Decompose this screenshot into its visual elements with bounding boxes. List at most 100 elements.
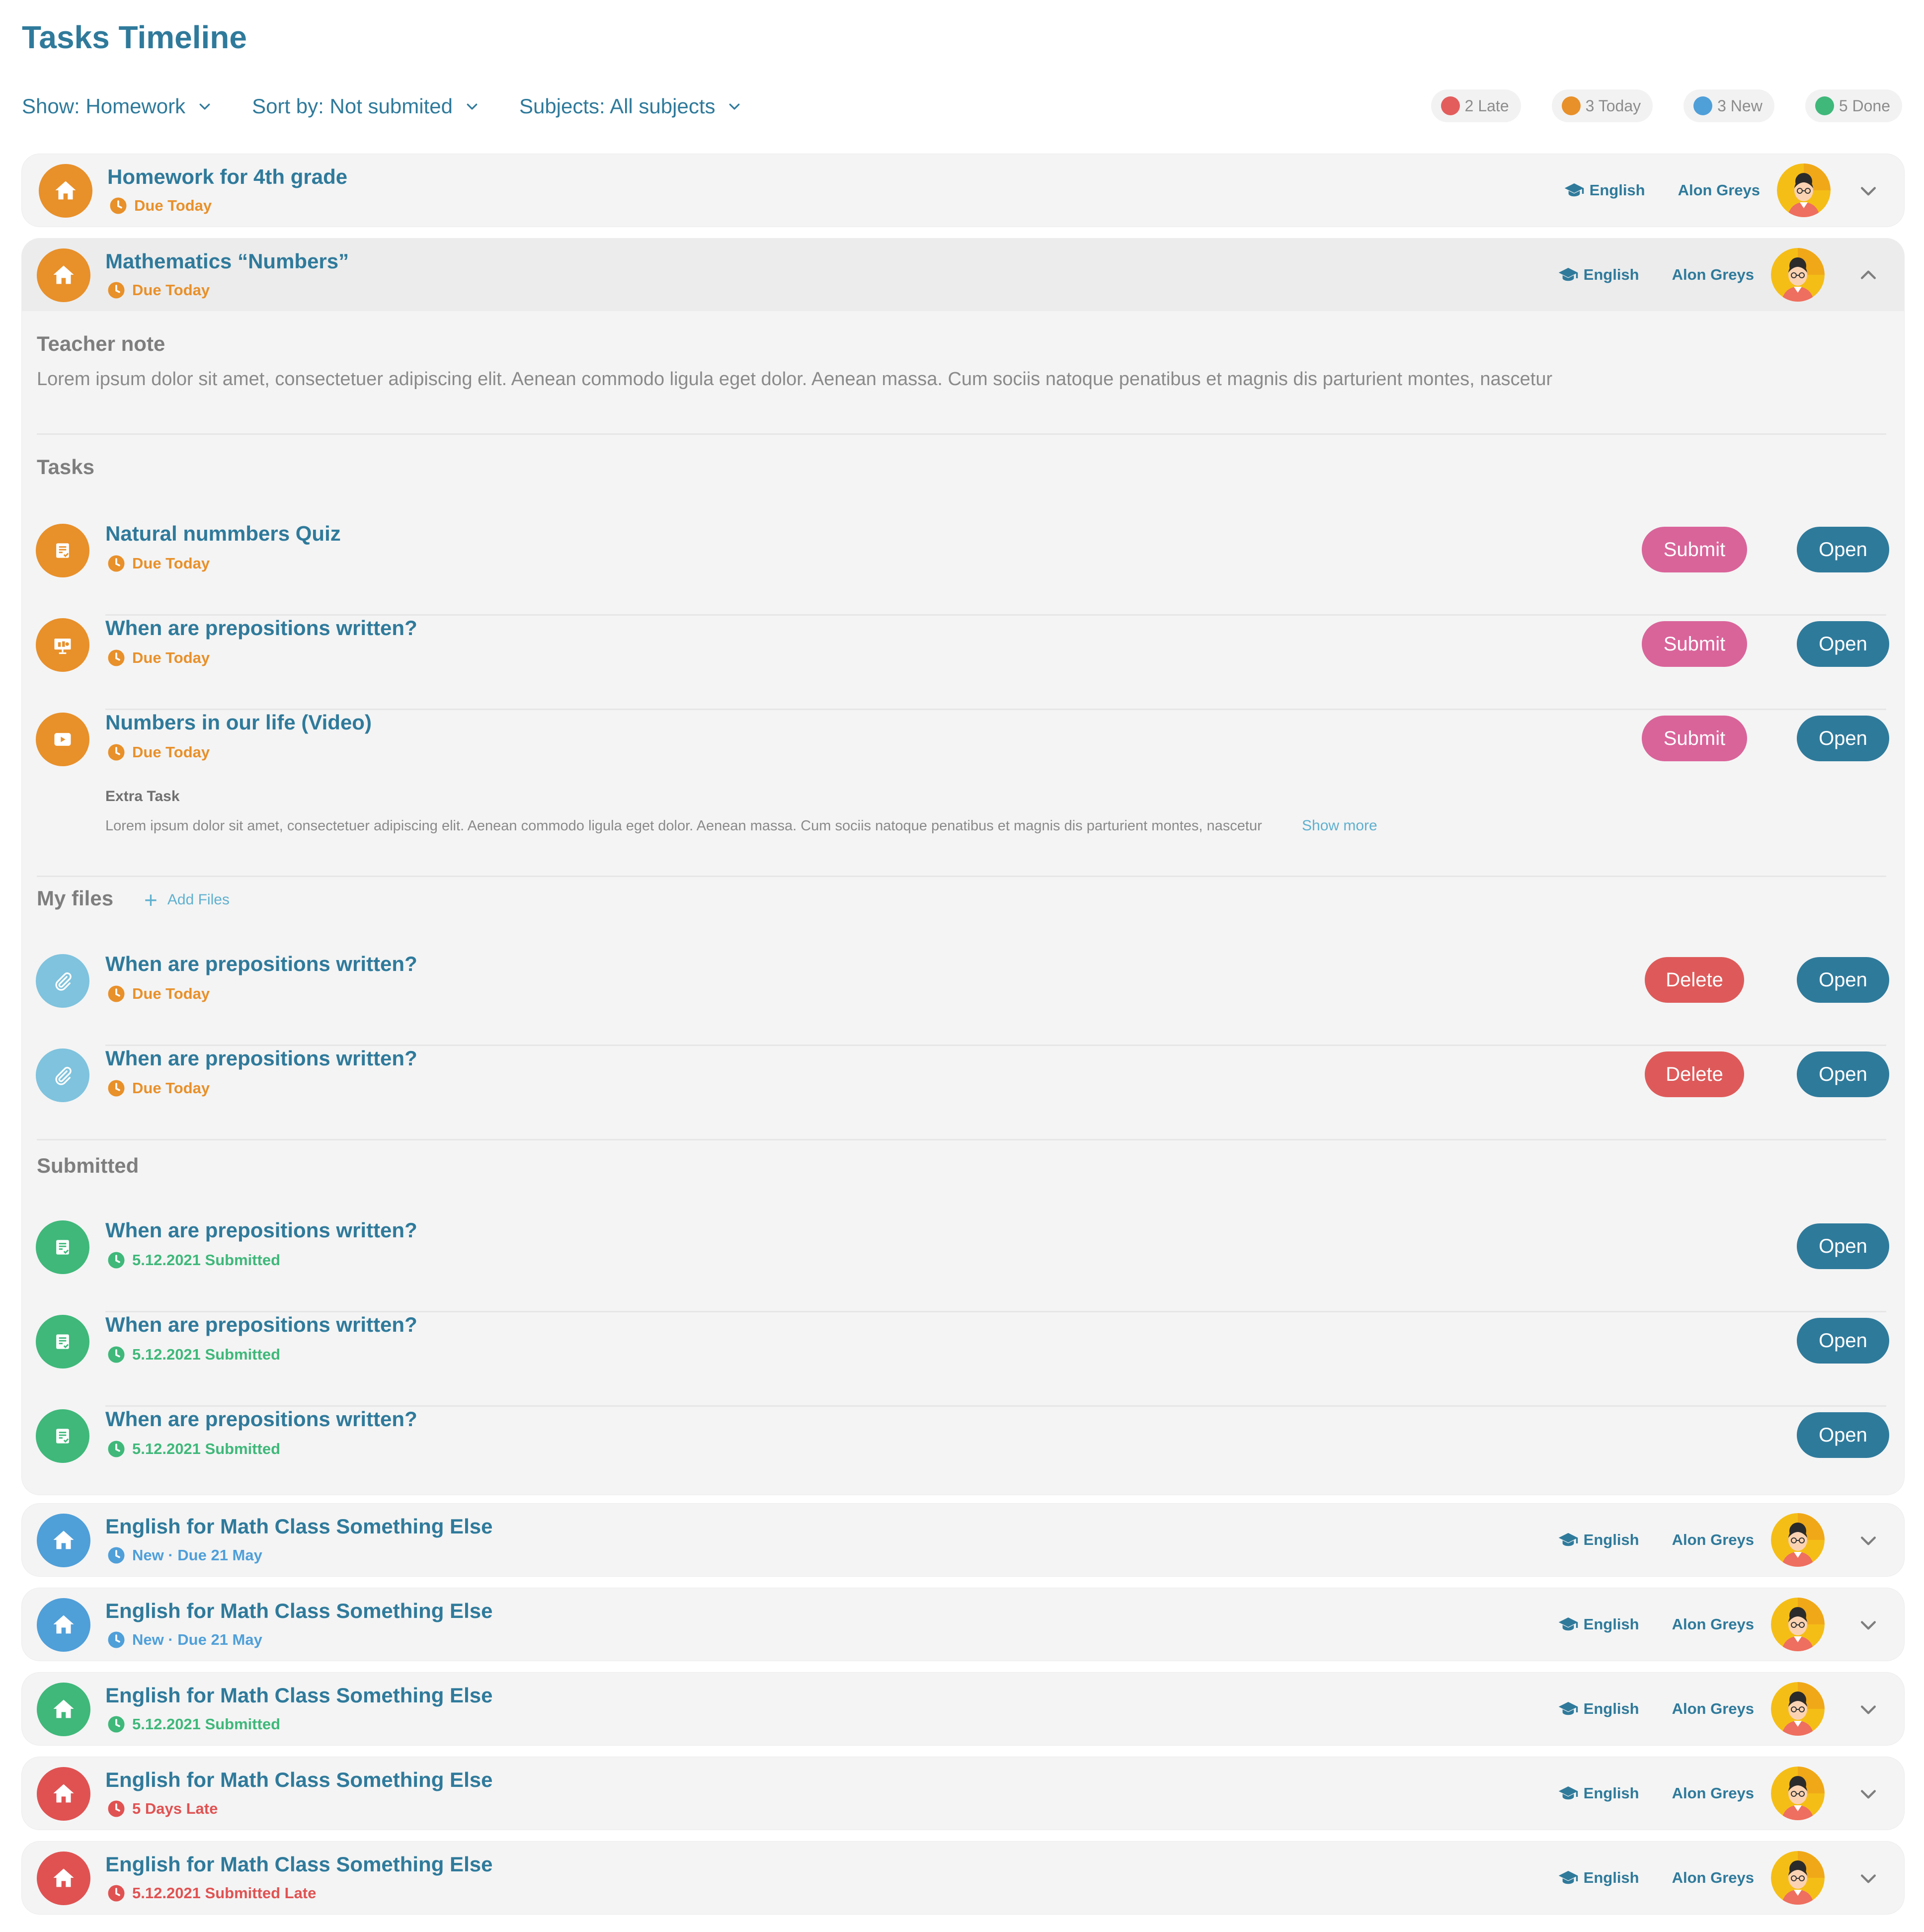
- open-button[interactable]: Open: [1797, 716, 1889, 761]
- card-header[interactable]: English for Math Class Something Else 5 …: [22, 1757, 1904, 1830]
- subject-name: English: [1589, 181, 1645, 199]
- open-button[interactable]: Open: [1797, 1051, 1889, 1097]
- subject-tag: English: [1558, 1783, 1639, 1804]
- card-header[interactable]: English for Math Class Something Else 5.…: [22, 1842, 1904, 1914]
- task-status-text: Due Today: [132, 555, 210, 572]
- submitted-status-text: 5.12.2021 Submitted: [132, 1251, 281, 1269]
- submitted-status-text: 5.12.2021 Submitted: [132, 1440, 281, 1457]
- clock-icon: [107, 649, 125, 667]
- file-title[interactable]: When are prepositions written?: [105, 1046, 417, 1070]
- file-title[interactable]: When are prepositions written?: [105, 952, 417, 976]
- open-button[interactable]: Open: [1797, 957, 1889, 1003]
- card-title: English for Math Class Something Else: [105, 1852, 493, 1876]
- legend-late[interactable]: 2 Late: [1431, 89, 1521, 122]
- task-title[interactable]: Numbers in our life (Video): [105, 711, 372, 734]
- task-title[interactable]: When are prepositions written?: [105, 616, 417, 640]
- expand-chevron-icon[interactable]: [1857, 1783, 1879, 1805]
- submit-button[interactable]: Submit: [1642, 527, 1747, 572]
- task-title[interactable]: Natural nummbers Quiz: [105, 522, 341, 546]
- open-button[interactable]: Open: [1797, 1223, 1889, 1269]
- graduation-cap-icon: [1558, 1530, 1579, 1550]
- legend-done[interactable]: 5 Done: [1805, 89, 1902, 122]
- card-meta: English Alon Greys: [1558, 1851, 1825, 1905]
- delete-button[interactable]: Delete: [1645, 1051, 1744, 1097]
- card-header[interactable]: Mathematics “Numbers” Due Today English …: [22, 239, 1904, 311]
- collapse-chevron-icon[interactable]: [1857, 264, 1879, 286]
- submit-button[interactable]: Submit: [1642, 621, 1747, 667]
- subjects-filter-dropdown[interactable]: Subjects: All subjects: [519, 94, 742, 118]
- subject-name: English: [1583, 266, 1639, 283]
- subject-name: English: [1583, 1615, 1639, 1633]
- open-button[interactable]: Open: [1797, 527, 1889, 572]
- teacher-note-heading: Teacher note: [37, 332, 165, 355]
- clock-icon: [107, 1346, 125, 1364]
- subject-name: English: [1583, 1869, 1639, 1886]
- sort-filter-dropdown[interactable]: Sort by: Not submited: [252, 94, 480, 118]
- add-files-button[interactable]: + Add Files: [144, 888, 230, 911]
- quiz-icon: [36, 1220, 89, 1274]
- expand-chevron-icon[interactable]: [1857, 180, 1879, 202]
- graduation-cap-icon: [1564, 180, 1585, 201]
- tasks-heading: Tasks: [37, 455, 94, 479]
- open-button[interactable]: Open: [1797, 621, 1889, 667]
- submitted-title[interactable]: When are prepositions written?: [105, 1313, 417, 1337]
- file-status: Due Today: [107, 1079, 210, 1097]
- card-status: New · Due 21 May: [107, 1546, 262, 1564]
- graduation-cap-icon: [1558, 264, 1579, 285]
- home-icon: [37, 1852, 90, 1905]
- homework-card[interactable]: English for Math Class Something Else Ne…: [22, 1504, 1904, 1576]
- avatar: [1771, 248, 1825, 302]
- graduation-cap-icon: [1558, 1867, 1579, 1888]
- today-dot-icon: [1561, 96, 1581, 115]
- homework-card[interactable]: English for Math Class Something Else 5 …: [22, 1757, 1904, 1830]
- late-dot-icon: [1441, 96, 1460, 115]
- homework-card[interactable]: English for Math Class Something Else 5.…: [22, 1673, 1904, 1745]
- submitted-status: 5.12.2021 Submitted: [107, 1440, 280, 1458]
- chevron-down-icon: [465, 99, 480, 114]
- avatar: [1771, 1598, 1825, 1651]
- expand-chevron-icon[interactable]: [1857, 1614, 1879, 1636]
- legend-done-label: 5 Done: [1839, 96, 1890, 115]
- teacher-name: Alon Greys: [1672, 1784, 1754, 1802]
- legend-today[interactable]: 3 Today: [1551, 89, 1653, 122]
- card-header[interactable]: Homework for 4th grade Due Today English…: [22, 154, 1904, 227]
- legend-new[interactable]: 3 New: [1684, 89, 1774, 122]
- home-icon: [37, 1683, 90, 1736]
- card-meta: English Alon Greys: [1558, 1597, 1825, 1652]
- expand-chevron-icon[interactable]: [1857, 1530, 1879, 1551]
- teacher-name: Alon Greys: [1672, 1700, 1754, 1717]
- show-filter-dropdown[interactable]: Show: Homework: [22, 94, 212, 118]
- submit-button[interactable]: Submit: [1642, 716, 1747, 761]
- homework-card[interactable]: English for Math Class Something Else Ne…: [22, 1588, 1904, 1661]
- homework-card[interactable]: English for Math Class Something Else 5.…: [22, 1842, 1904, 1914]
- legend-new-label: 3 New: [1717, 96, 1763, 115]
- home-icon: [37, 1514, 90, 1567]
- status-legend: 2 Late 3 Today 3 New 5 Done: [1400, 89, 1902, 122]
- card-header[interactable]: English for Math Class Something Else 5.…: [22, 1673, 1904, 1745]
- card-title: Homework for 4th grade: [107, 165, 348, 188]
- card-header[interactable]: English for Math Class Something Else Ne…: [22, 1504, 1904, 1576]
- clock-icon: [109, 197, 127, 215]
- add-files-label: Add Files: [167, 891, 230, 908]
- my-files-heading: My files: [37, 886, 114, 910]
- avatar: [1777, 163, 1831, 217]
- teacher-name: Alon Greys: [1672, 1531, 1754, 1548]
- card-title: English for Math Class Something Else: [105, 1515, 493, 1538]
- submitted-title[interactable]: When are prepositions written?: [105, 1218, 417, 1242]
- delete-button[interactable]: Delete: [1645, 957, 1744, 1003]
- submitted-title[interactable]: When are prepositions written?: [105, 1407, 417, 1431]
- divider: [105, 614, 1886, 616]
- open-button[interactable]: Open: [1797, 1412, 1889, 1458]
- filter-bar: Show: Homework Sort by: Not submited Sub…: [22, 91, 782, 121]
- file-status: Due Today: [107, 985, 210, 1003]
- open-button[interactable]: Open: [1797, 1318, 1889, 1364]
- homework-card[interactable]: Homework for 4th grade Due Today English…: [22, 154, 1904, 227]
- card-meta: English Alon Greys: [1558, 1766, 1825, 1821]
- show-more-link[interactable]: Show more: [1302, 817, 1377, 834]
- card-title: Mathematics “Numbers”: [105, 249, 349, 273]
- card-status-text: Due Today: [134, 197, 212, 214]
- expand-chevron-icon[interactable]: [1857, 1698, 1879, 1720]
- expand-chevron-icon[interactable]: [1857, 1867, 1879, 1889]
- card-header[interactable]: English for Math Class Something Else Ne…: [22, 1588, 1904, 1661]
- quiz-icon: [36, 1409, 89, 1463]
